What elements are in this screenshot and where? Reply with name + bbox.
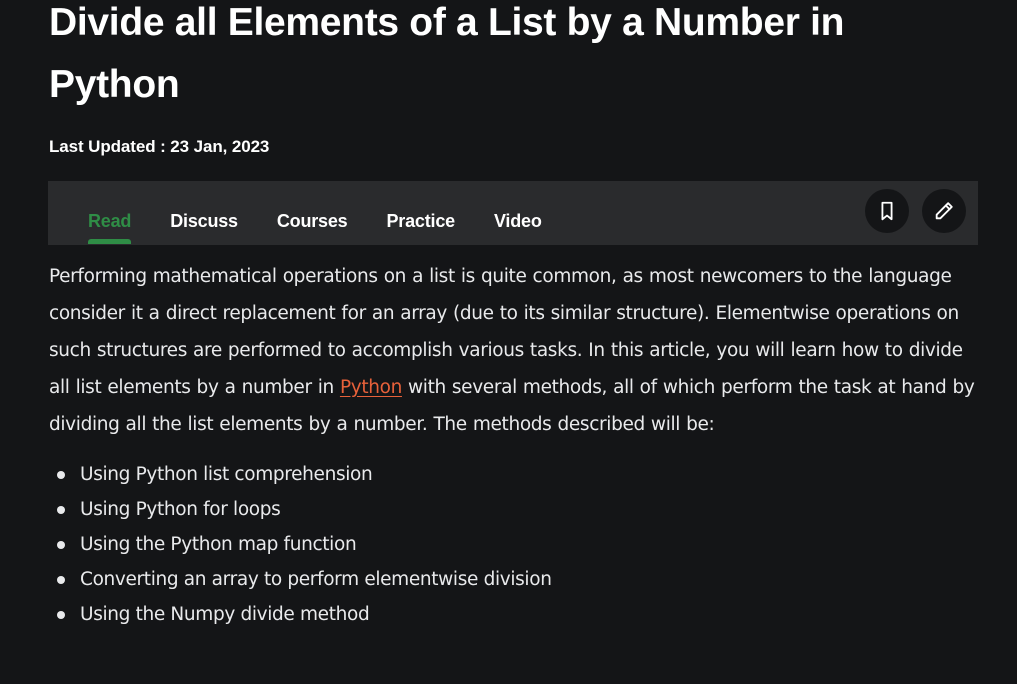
list-item: Using Python for loops (57, 492, 979, 527)
tab-discuss[interactable]: Discuss (170, 211, 238, 232)
list-item: Converting an array to perform elementwi… (57, 562, 979, 597)
edit-button[interactable] (922, 189, 966, 233)
list-item: Using Python list comprehension (57, 457, 979, 492)
list-item: Using the Python map function (57, 527, 979, 562)
tab-courses[interactable]: Courses (277, 211, 348, 232)
tab-actions (865, 189, 966, 233)
bookmark-button[interactable] (865, 189, 909, 233)
pencil-icon (935, 202, 953, 220)
article-tab-bar: Read Discuss Courses Practice Video (48, 181, 978, 245)
intro-paragraph: Performing mathematical operations on a … (49, 258, 979, 443)
methods-list: Using Python list comprehension Using Py… (49, 457, 979, 632)
last-updated: Last Updated : 23 Jan, 2023 (49, 137, 270, 156)
article-content: Performing mathematical operations on a … (49, 258, 979, 632)
tab-read[interactable]: Read (88, 211, 132, 244)
tab-practice[interactable]: Practice (387, 211, 456, 232)
bookmark-icon (881, 201, 893, 221)
list-item: Using the Numpy divide method (57, 597, 979, 632)
tab-video[interactable]: Video (494, 211, 542, 232)
article-page: Divide all Elements of a List by a Numbe… (0, 0, 1017, 684)
python-link[interactable]: Python (340, 377, 402, 398)
article-title: Divide all Elements of a List by a Numbe… (49, 1, 845, 106)
tab-list: Read Discuss Courses Practice Video (88, 211, 542, 244)
